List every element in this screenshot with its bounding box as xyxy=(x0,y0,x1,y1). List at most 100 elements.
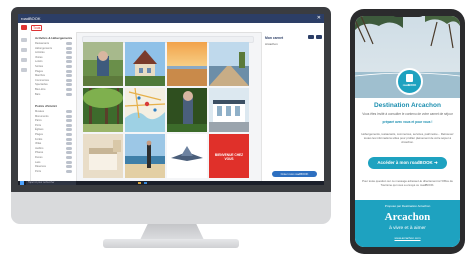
toggle-switch[interactable] xyxy=(66,133,72,136)
filter-item[interactable]: Restaurants xyxy=(35,42,72,45)
filter-item[interactable]: Réserves xyxy=(35,165,72,169)
toggle-switch[interactable] xyxy=(66,92,72,96)
access-roadbook-button[interactable]: Accéder à mon roadBOOK ➜ xyxy=(368,157,447,169)
toggle-switch[interactable] xyxy=(66,69,72,73)
filter-label: Monuments xyxy=(35,114,49,118)
filters-panel: Activités & Hébergements Restaurants Hébe… xyxy=(31,32,77,181)
filter-item[interactable]: Visites xyxy=(35,55,72,59)
toggle-switch[interactable] xyxy=(66,51,72,55)
filter-item[interactable]: Bien-être xyxy=(35,88,72,91)
toggle-switch[interactable] xyxy=(66,42,72,45)
monitor-stand-base xyxy=(103,239,239,248)
toggle-switch[interactable] xyxy=(66,169,72,173)
filter-item[interactable]: Phares xyxy=(35,151,72,155)
filter-item[interactable]: Activités xyxy=(35,51,72,55)
toggle-switch[interactable] xyxy=(66,83,72,87)
filter-item[interactable]: Spectacles xyxy=(35,83,72,87)
filter-item[interactable]: Villas xyxy=(35,142,72,146)
toggle-switch[interactable] xyxy=(66,119,72,123)
filter-label: Spectacles xyxy=(35,83,48,87)
taskbar-search[interactable]: Taper ici pour rechercher xyxy=(26,181,76,185)
toggle-switch[interactable] xyxy=(66,160,72,164)
toggle-switch[interactable] xyxy=(66,74,72,78)
filter-label: Parcs xyxy=(35,119,42,123)
footer-caption: Proposé par Destination Arcachon xyxy=(384,204,431,208)
toggle-switch[interactable] xyxy=(66,46,72,50)
monitor-chin xyxy=(11,192,331,224)
toggle-switch[interactable] xyxy=(66,146,72,150)
photo-tile[interactable] xyxy=(209,42,249,86)
explorer-icon[interactable] xyxy=(138,182,141,184)
user-icon[interactable] xyxy=(21,68,27,72)
photo-tile[interactable] xyxy=(167,42,207,86)
close-icon[interactable]: ✕ xyxy=(317,15,321,21)
filter-label: Plages xyxy=(35,133,43,136)
intro-line-2: préparé avec vous et pour vous ! xyxy=(382,120,433,124)
filter-item[interactable]: Plages xyxy=(35,69,72,73)
filter-item[interactable]: Sorties xyxy=(35,65,72,68)
app-titlebar: roadBOOK ✕ xyxy=(18,14,324,23)
filter-item[interactable]: Jardins xyxy=(35,146,72,150)
filter-label: Lacs xyxy=(35,160,41,164)
toggle-switch[interactable] xyxy=(66,142,72,146)
toggle-switch[interactable] xyxy=(66,88,72,91)
toggle-switch[interactable] xyxy=(66,65,72,68)
create-roadbook-button[interactable]: Créer mon roadBOOK xyxy=(272,171,317,177)
home-icon[interactable] xyxy=(21,38,27,42)
toggle-switch[interactable] xyxy=(66,151,72,155)
panel-subtitle: Arcachon xyxy=(265,42,278,46)
photo-tile[interactable] xyxy=(167,134,207,178)
browser-icon[interactable] xyxy=(144,182,147,184)
filter-item[interactable]: Loisirs xyxy=(35,60,72,64)
photo-tile[interactable] xyxy=(209,88,249,132)
toggle-switch[interactable] xyxy=(66,137,72,141)
toggle-switch[interactable] xyxy=(66,55,72,59)
filter-item[interactable]: Bars xyxy=(35,92,72,96)
filter-item[interactable]: Plages xyxy=(35,133,72,136)
red-tile[interactable]: BIENVENUE CHEZ VOUS xyxy=(209,134,249,178)
filter-item[interactable]: Monuments xyxy=(35,114,72,118)
photo-tile[interactable] xyxy=(125,134,165,178)
roadbook-badge: roadBOOK xyxy=(396,68,423,95)
photo-tile[interactable] xyxy=(83,134,123,178)
toggle-switch[interactable] xyxy=(66,78,72,82)
toggle-switch[interactable] xyxy=(66,156,72,159)
phone-notch xyxy=(391,9,425,17)
footer-tagline: à vivre et à aimer xyxy=(389,226,426,231)
book-icon[interactable] xyxy=(21,58,27,62)
filter-tab[interactable]: Tous xyxy=(31,25,43,31)
toggle-switch[interactable] xyxy=(66,165,72,169)
filter-label: Commerces xyxy=(35,78,49,82)
panel-title: Mon carnet xyxy=(265,36,284,40)
map-icon[interactable] xyxy=(21,48,27,52)
settings-icon[interactable] xyxy=(316,35,322,39)
photo-tile[interactable] xyxy=(83,88,123,132)
filter-item[interactable]: Musées xyxy=(35,110,72,113)
filter-item[interactable]: Dunes xyxy=(35,156,72,159)
filter-label: Phares xyxy=(35,151,44,155)
filter-item[interactable]: Hébergements xyxy=(35,46,72,50)
filter-item[interactable]: Ports xyxy=(35,169,72,173)
footer-link[interactable]: www.arcachon.com xyxy=(355,236,460,240)
photo-tile[interactable] xyxy=(83,42,123,86)
filter-item[interactable]: Marchés xyxy=(35,74,72,78)
photo-tile[interactable] xyxy=(125,42,165,86)
map-tile[interactable] xyxy=(125,88,165,132)
filter-item[interactable]: Parcs xyxy=(35,119,72,123)
toggle-switch[interactable] xyxy=(66,128,72,132)
toggle-switch[interactable] xyxy=(66,114,72,118)
photo-tile[interactable] xyxy=(167,88,207,132)
filter-label: Bien-être xyxy=(35,88,46,91)
toggle-switch[interactable] xyxy=(66,60,72,64)
filter-item[interactable]: Forêts xyxy=(35,137,72,141)
filter-item[interactable]: Commerces xyxy=(35,78,72,82)
filter-item[interactable]: Églises xyxy=(35,128,72,132)
filter-label: Restaurants xyxy=(35,42,49,45)
toggle-switch[interactable] xyxy=(66,110,72,113)
start-icon[interactable] xyxy=(20,181,24,185)
toggle-switch[interactable] xyxy=(66,123,72,127)
share-icon[interactable] xyxy=(308,35,314,39)
filter-item[interactable]: Ports xyxy=(35,123,72,127)
filter-item[interactable]: Lacs xyxy=(35,160,72,164)
email-title: Destination Arcachon xyxy=(374,102,441,109)
